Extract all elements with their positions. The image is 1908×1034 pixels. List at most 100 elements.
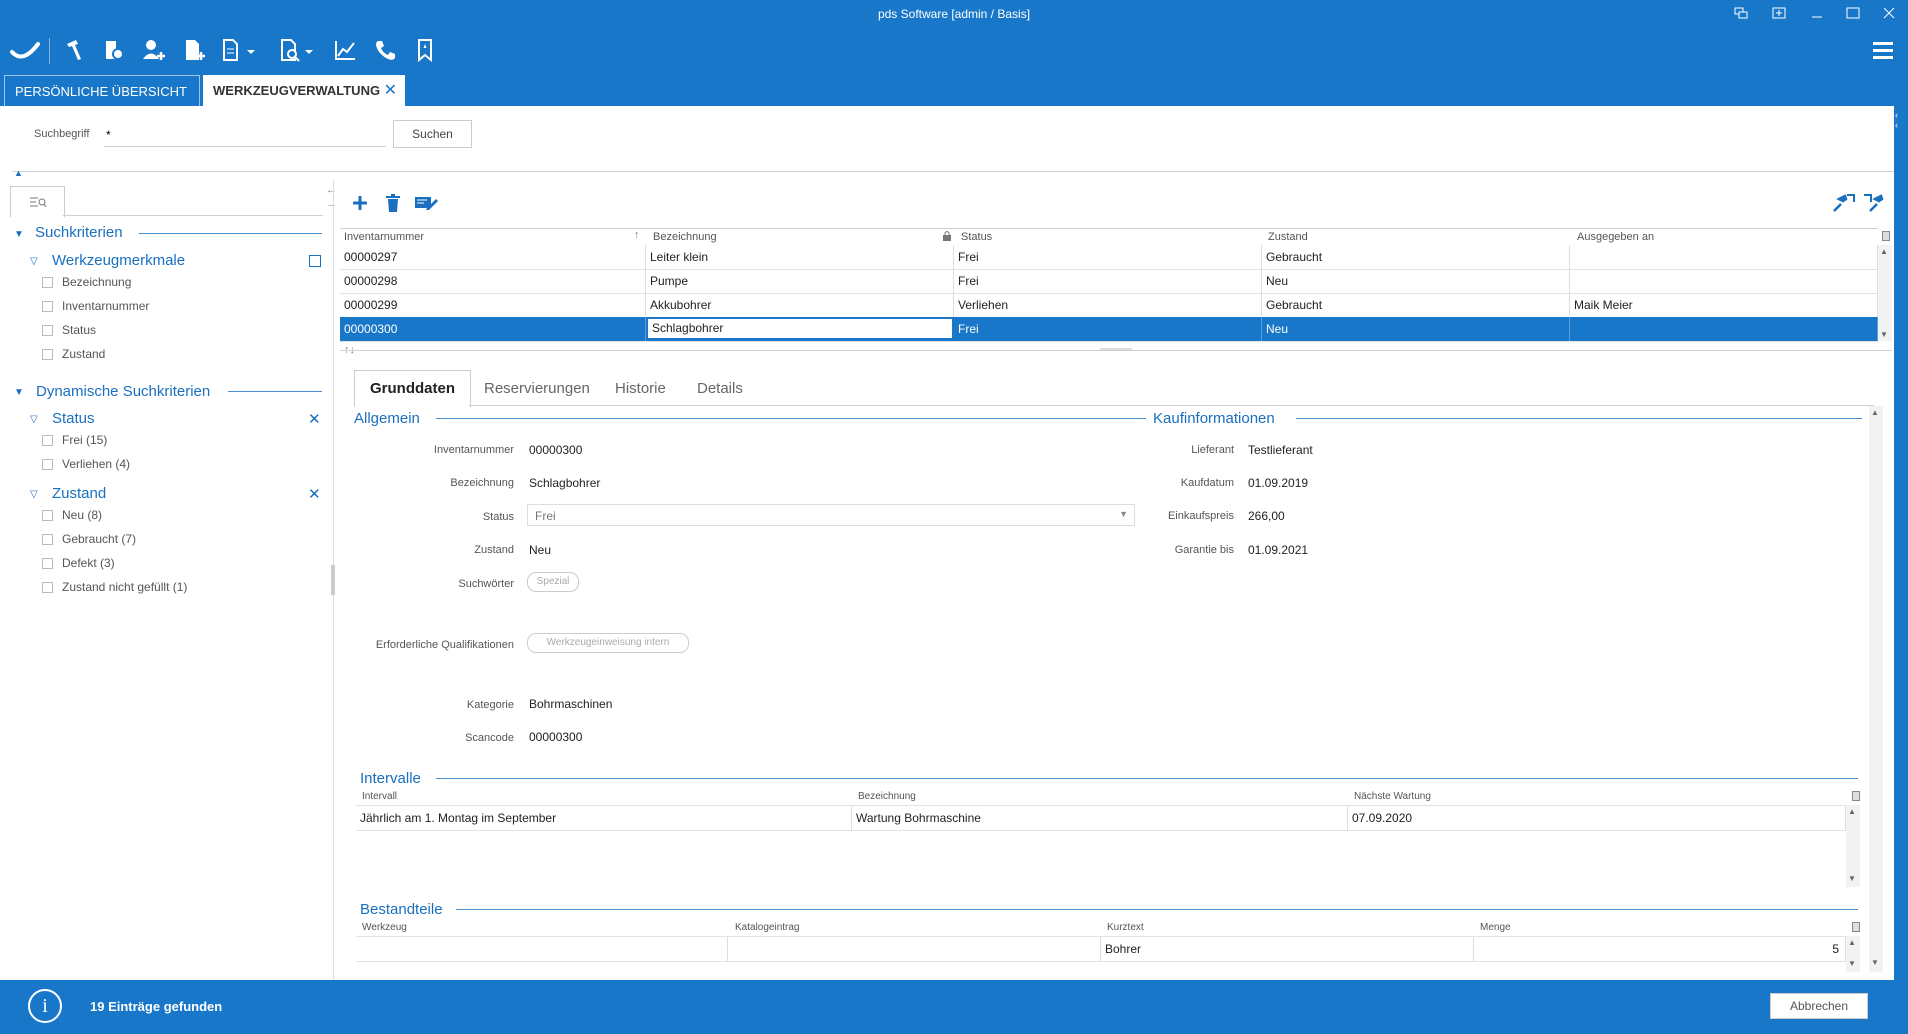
info-icon[interactable]: i <box>28 989 62 1023</box>
checkbox[interactable] <box>42 582 53 593</box>
checkbox[interactable] <box>42 325 53 336</box>
table-row[interactable]: Bohrer 5 <box>356 936 1846 962</box>
col-header-status[interactable]: Status <box>961 231 992 243</box>
tab-grunddaten[interactable]: Grunddaten <box>370 372 455 406</box>
expand-icon[interactable]: ▽ <box>30 489 38 500</box>
tab-reservierungen[interactable]: Reservierungen <box>484 372 590 406</box>
col-header-naechste-wartung[interactable]: Nächste Wartung <box>1354 791 1431 802</box>
scroll-up-icon[interactable]: ▲ <box>1871 408 1879 417</box>
table-row[interactable]: 00000297 Leiter klein Frei Gebraucht <box>340 245 1878 270</box>
scroll-up-icon[interactable]: ▲ <box>1848 938 1856 947</box>
menu-icon[interactable] <box>1866 34 1900 66</box>
add-document-icon[interactable] <box>177 34 211 66</box>
status-select[interactable]: Frei ▼ <box>527 504 1135 526</box>
collapse-arrows-icon[interactable]: ‹ ‹ <box>1895 110 1898 130</box>
expand-icon[interactable]: ▼ <box>14 229 24 240</box>
garantie-value[interactable]: 01.09.2021 <box>1248 543 1308 557</box>
add-person-icon[interactable] <box>137 34 171 66</box>
cancel-button[interactable]: Abbrechen <box>1770 993 1868 1019</box>
zustand-value[interactable]: Neu <box>529 543 551 557</box>
sort-ascending-icon[interactable]: ↑ <box>634 229 640 241</box>
collapse-up-icon[interactable]: ▲ <box>14 168 23 178</box>
inventarnummer-value[interactable]: 00000300 <box>529 443 582 457</box>
checkbox[interactable] <box>42 534 53 545</box>
remove-filter-icon[interactable]: ✕ <box>308 410 321 428</box>
scroll-up-icon[interactable]: ▲ <box>1848 807 1856 816</box>
checkbox[interactable] <box>42 435 53 446</box>
table-row-selected[interactable]: 00000300 Schlagbohrer Frei Neu <box>340 317 1878 342</box>
expand-hammer-icon[interactable] <box>1832 193 1856 216</box>
col-header-intervall[interactable]: Intervall <box>362 791 397 802</box>
search-document-icon[interactable] <box>275 34 321 66</box>
suchwort-chip[interactable]: Spezial <box>527 572 579 592</box>
table-cell-editing[interactable]: Schlagbohrer <box>646 317 954 340</box>
edit-list-icon[interactable] <box>414 195 438 214</box>
scroll-down-icon[interactable]: ▼ <box>1848 874 1856 883</box>
close-tab-icon[interactable]: ✕ <box>384 75 397 106</box>
col-header-werkzeug[interactable]: Werkzeug <box>362 922 407 933</box>
new-window-icon[interactable] <box>1766 6 1792 22</box>
filter-search-icon[interactable] <box>10 186 65 217</box>
phone-icon[interactable] <box>368 34 402 66</box>
col-header-kurztext[interactable]: Kurztext <box>1107 922 1144 933</box>
col-header-bezeichnung[interactable]: Bezeichnung <box>858 791 916 802</box>
scroll-up-icon[interactable]: ▲ <box>1880 247 1888 256</box>
bezeichnung-value[interactable]: Schlagbohrer <box>529 476 600 490</box>
select-all-checkbox[interactable] <box>309 255 321 267</box>
close-window-icon[interactable] <box>1876 6 1902 22</box>
column-chooser-icon[interactable] <box>1882 231 1890 241</box>
bookmark-icon[interactable] <box>408 34 442 66</box>
collapse-hammer-icon[interactable] <box>1862 193 1886 216</box>
collapse-sidebar-icon[interactable]: ← → <box>326 183 337 211</box>
checkbox[interactable] <box>42 459 53 470</box>
column-chooser-icon[interactable] <box>1852 922 1860 932</box>
column-chooser-icon[interactable] <box>1852 791 1860 801</box>
hammer-icon[interactable] <box>57 34 91 66</box>
scroll-down-icon[interactable]: ▼ <box>1871 958 1879 967</box>
delete-icon[interactable] <box>383 193 403 216</box>
scroll-down-icon[interactable]: ▼ <box>1848 959 1856 968</box>
maximize-icon[interactable] <box>1840 6 1866 22</box>
scroll-down-icon[interactable]: ▼ <box>1880 330 1888 339</box>
table-row[interactable]: 00000299 Akkubohrer Verliehen Gebraucht … <box>340 293 1878 318</box>
chart-icon[interactable] <box>328 34 362 66</box>
sidebar-splitter[interactable] <box>331 565 335 595</box>
col-header-ausgegeben-an[interactable]: Ausgegeben an <box>1577 231 1654 243</box>
remove-filter-icon[interactable]: ✕ <box>308 485 321 503</box>
einkaufspreis-value[interactable]: 266,00 <box>1248 509 1285 523</box>
col-header-inventarnummer[interactable]: Inventarnummer <box>344 231 424 243</box>
checkbox[interactable] <box>42 277 53 288</box>
col-header-katalogeintrag[interactable]: Katalogeintrag <box>735 922 800 933</box>
search-button[interactable]: Suchen <box>393 120 472 148</box>
grid-scrollbar[interactable] <box>1878 245 1892 341</box>
col-header-bezeichnung[interactable]: Bezeichnung <box>653 231 717 243</box>
tab-persoenliche-uebersicht[interactable]: PERSÖNLICHE ÜBERSICHT (0) <box>4 75 200 130</box>
col-header-menge[interactable]: Menge <box>1480 922 1511 933</box>
restore-windows-icon[interactable] <box>1728 6 1754 22</box>
checkbox[interactable] <box>42 558 53 569</box>
tab-werkzeugverwaltung[interactable]: WERKZEUGVERWALTUNG ✕ <box>203 75 405 106</box>
kaufdatum-value[interactable]: 01.09.2019 <box>1248 476 1308 490</box>
scancode-value[interactable]: 00000300 <box>529 730 582 744</box>
qualifikation-chip[interactable]: Werkzeugeinweisung intern <box>527 633 689 653</box>
add-icon[interactable] <box>350 193 370 216</box>
table-row[interactable]: Jährlich am 1. Montag im September Wartu… <box>356 805 1846 831</box>
tab-historie[interactable]: Historie <box>615 372 666 406</box>
toolbar-divider <box>49 38 50 64</box>
table-row[interactable]: 00000298 Pumpe Frei Neu <box>340 269 1878 294</box>
lieferant-value[interactable]: Testlieferant <box>1248 443 1313 457</box>
tab-details[interactable]: Details <box>697 372 743 406</box>
expand-icon[interactable]: ▽ <box>30 414 38 425</box>
expand-icon[interactable]: ▽ <box>30 256 38 267</box>
tool-settings-icon[interactable] <box>97 34 131 66</box>
detail-scrollbar[interactable] <box>1869 406 1883 972</box>
document-dropdown-icon[interactable] <box>217 34 263 66</box>
search-input[interactable] <box>104 124 386 147</box>
col-header-zustand[interactable]: Zustand <box>1268 231 1308 243</box>
checkbox[interactable] <box>42 301 53 312</box>
checkbox[interactable] <box>42 510 53 521</box>
checkbox[interactable] <box>42 349 53 360</box>
expand-icon[interactable]: ▼ <box>14 387 24 398</box>
minimize-icon[interactable] <box>1804 6 1830 22</box>
kategorie-value[interactable]: Bohrmaschinen <box>529 697 612 711</box>
